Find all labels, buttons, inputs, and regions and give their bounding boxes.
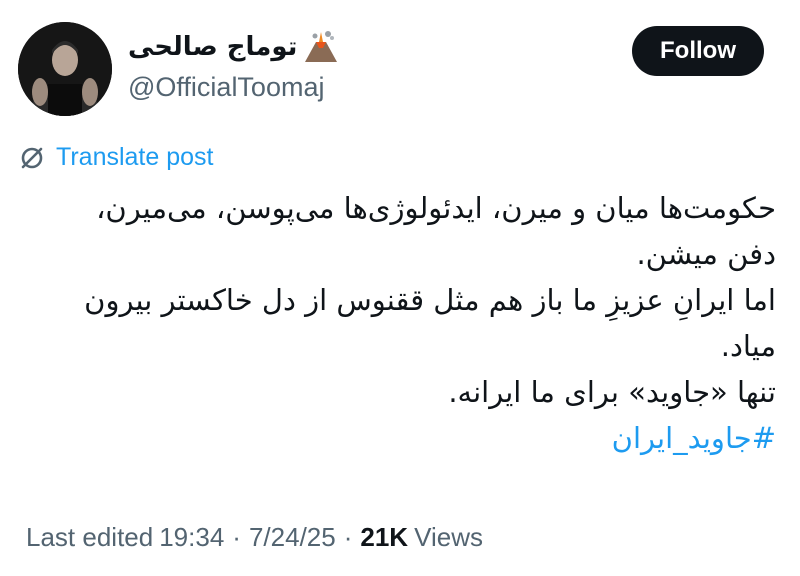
views-count: 21K — [360, 522, 409, 552]
post-date[interactable]: 7/24/25 — [249, 522, 336, 553]
edited-label[interactable]: Last edited — [26, 522, 153, 553]
volcano-icon — [301, 30, 341, 64]
translate-post-link[interactable]: Translate post — [18, 143, 213, 172]
author-display-name[interactable]: توماج صالحی — [128, 32, 297, 62]
tweet-text-line: حکومت‌ها میان و میرن، ایدئولوژی‌ها می‌پو… — [96, 191, 776, 225]
translate-label[interactable]: Translate post — [56, 143, 213, 172]
post-time[interactable]: 19:34 — [159, 522, 224, 553]
views-label: Views — [414, 522, 483, 552]
translate-icon — [18, 144, 46, 172]
avatar[interactable] — [18, 22, 112, 116]
hashtag-link[interactable]: #جاوید_ایران — [16, 415, 776, 461]
meta-separator: · — [232, 522, 241, 552]
follow-button[interactable]: Follow — [632, 26, 764, 76]
tweet-text-line: اما ایرانِ عزیزِ ما باز هم مثل ققنوس از … — [84, 283, 776, 317]
tweet-meta: Last edited 19:34 · 7/24/25 · 21K Views — [26, 522, 483, 553]
meta-separator: · — [343, 522, 353, 552]
tweet-text-line: دفن میشن. — [636, 237, 776, 271]
tweet-text: حکومت‌ها میان و میرن، ایدئولوژی‌ها می‌پو… — [16, 185, 776, 461]
tweet-text-line: تنها «جاوید» برای ما ایرانه. — [448, 375, 776, 409]
author-name-row[interactable]: توماج صالحی — [128, 30, 341, 64]
tweet-text-line: میاد. — [720, 329, 776, 363]
author-handle[interactable]: @OfficialToomaj — [128, 72, 324, 103]
